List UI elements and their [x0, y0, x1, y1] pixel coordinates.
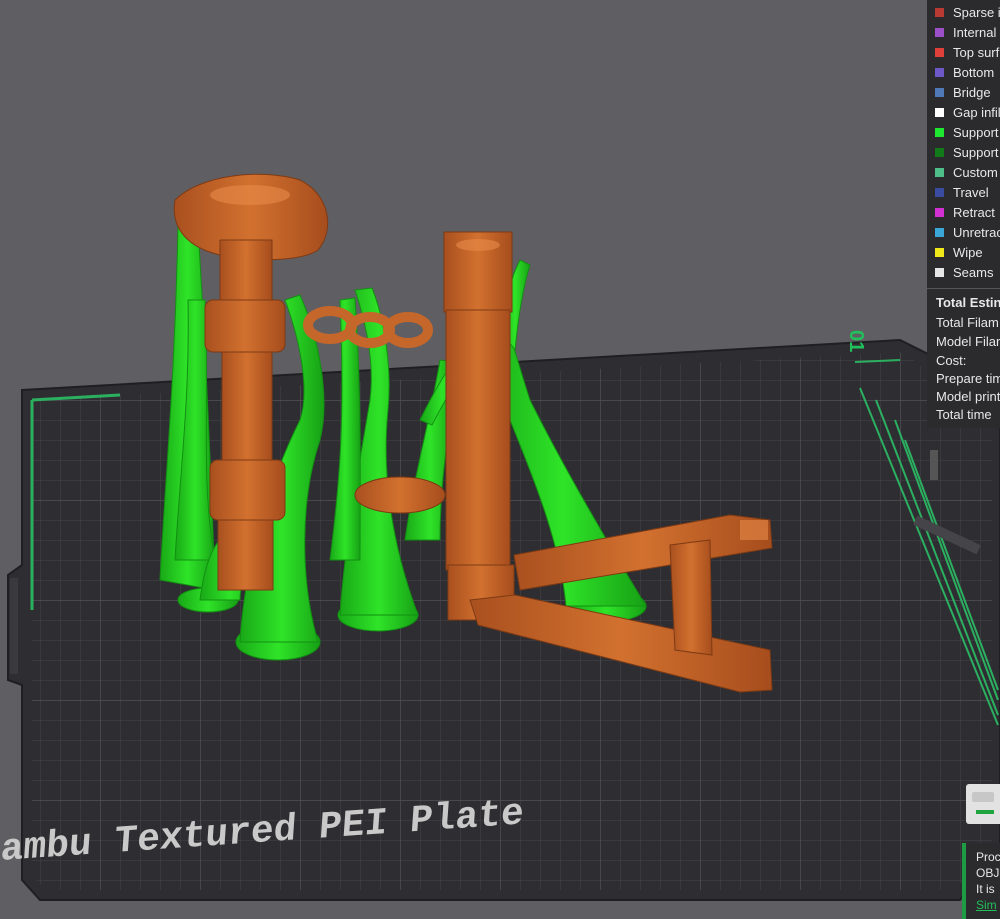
- legend-swatch: [935, 108, 944, 117]
- estimation-model-filament: Model Filar: [936, 334, 1000, 349]
- legend-swatch: [935, 88, 944, 97]
- estimation-prepare-time: Prepare tim: [936, 371, 1000, 386]
- legend-swatch: [935, 48, 944, 57]
- legend-swatch: [935, 148, 944, 157]
- estimation-title: Total Estin: [936, 295, 1000, 310]
- legend-swatch: [935, 228, 944, 237]
- axis-arrow-icon: [976, 810, 994, 814]
- legend-swatch: [935, 168, 944, 177]
- notification-line-3: It is: [976, 882, 995, 896]
- cube-face-icon: [972, 792, 994, 802]
- legend-swatch: [935, 28, 944, 37]
- legend-divider: [927, 288, 1000, 289]
- estimation-cost: Cost:: [936, 353, 967, 368]
- notification-line-2: OBJ: [976, 866, 1000, 880]
- legend-swatch: [935, 248, 944, 257]
- notification-box: Proc OBJ It is Sim: [962, 843, 1000, 919]
- estimation-model-print-time: Model print: [936, 389, 1000, 404]
- notification-line-1: Proc: [976, 850, 1000, 864]
- view-navigation-cube[interactable]: [966, 784, 1000, 824]
- legend-swatch: [935, 268, 944, 277]
- legend-swatch: [935, 208, 944, 217]
- legend-swatch: [935, 128, 944, 137]
- plate-number: 01: [845, 330, 867, 352]
- legend-swatch: [935, 8, 944, 17]
- legend-swatch: [935, 68, 944, 77]
- estimation-total-time: Total time: [936, 407, 992, 422]
- notification-link[interactable]: Sim: [976, 897, 997, 913]
- 3d-viewport[interactable]: 01 Bambu Textured PEI Plate: [0, 0, 1000, 919]
- legend-panel: Sparse i Internal Top surf Bottom Bridge…: [927, 0, 1000, 428]
- legend-swatch: [935, 188, 944, 197]
- estimation-total-filament: Total Filam: [936, 315, 999, 330]
